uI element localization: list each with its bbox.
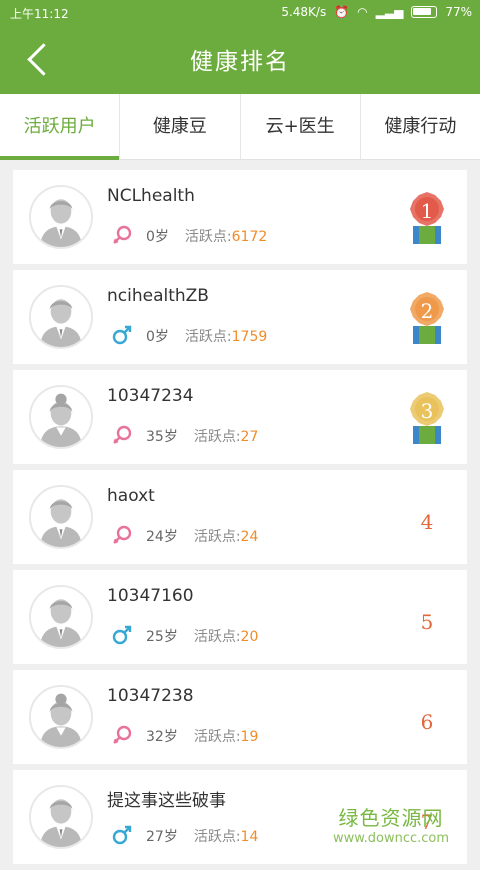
tab-health-action[interactable]: 健康行动 [361,94,480,159]
points-label: 活跃点: [184,229,232,245]
watermark: 绿色资源网 www.downcc.com [316,802,466,846]
points: 活跃点:24 [194,526,259,546]
points-value: 6172 [231,229,268,245]
battery-icon [411,6,438,18]
user-name: 提这事这些破事 [107,791,226,811]
user-card[interactable]: ncihealthZB 0岁 活跃点:1759 2 [13,270,467,364]
user-card[interactable]: 10347234 35岁 活跃点:27 3 [13,370,467,464]
user-meta: 24岁 活跃点:24 [146,526,258,546]
points-value: 20 [240,629,259,645]
page-title: 健康排名 [190,49,290,75]
status-right: 5.48K/s ⏰ ◠ ▂▃▅ 77% [281,5,472,19]
battery-level: 77% [445,5,472,19]
tab-bar: 活跃用户 健康豆 云+医生 健康行动 [0,94,480,160]
male-icon [111,324,133,346]
female-icon [111,224,133,246]
user-age: 0岁 [146,229,169,245]
points-value: 27 [240,429,259,445]
points-value: 24 [240,529,259,545]
points-label: 活跃点: [193,429,241,445]
user-card[interactable]: 10347238 32岁 活跃点:19 6 [13,670,467,764]
avatar [29,385,93,449]
points-value: 14 [240,829,259,845]
user-card[interactable]: NCLhealth 0岁 活跃点:6172 1 [13,170,467,264]
user-name: NCLhealth [107,186,195,206]
avatar [29,285,93,349]
points-label: 活跃点: [193,629,241,645]
points-label: 活跃点: [184,329,232,345]
user-meta: 27岁 活跃点:14 [146,826,258,846]
status-bar: 上午11:12 5.48K/s ⏰ ◠ ▂▃▅ 77% [0,0,480,26]
user-meta: 32岁 活跃点:19 [146,726,258,746]
avatar [29,585,93,649]
user-card[interactable]: haoxt 24岁 活跃点:24 4 [13,470,467,564]
points: 活跃点:14 [194,826,259,846]
points-label: 活跃点: [193,829,241,845]
user-meta: 25岁 活跃点:20 [146,626,258,646]
points: 活跃点:1759 [185,326,267,346]
avatar [29,685,93,749]
points: 活跃点:19 [194,726,259,746]
points: 活跃点:6172 [185,226,267,246]
points-label: 活跃点: [193,729,241,745]
signal-icon: ▂▃▅ [375,5,404,19]
user-name: ncihealthZB [107,286,209,306]
rank-number: 4 [420,510,434,534]
watermark-title: 绿色资源网 [338,806,444,830]
network-speed: 5.48K/s [281,5,327,19]
user-name: haoxt [107,486,155,506]
male-icon [111,824,133,846]
male-icon [111,624,133,646]
female-icon [111,724,133,746]
points-value: 19 [240,729,259,745]
avatar [29,785,93,849]
points: 活跃点:20 [194,626,259,646]
avatar [29,485,93,549]
user-name: 10347234 [107,386,194,406]
points-label: 活跃点: [193,529,241,545]
avatar [29,185,93,249]
alarm-icon: ⏰ [334,5,350,19]
user-card[interactable]: 10347160 25岁 活跃点:20 5 [13,570,467,664]
rank-number: 3 [420,399,434,423]
rank-number: 5 [420,610,434,634]
rank-number: 1 [420,199,434,223]
user-age: 25岁 [146,629,178,645]
app-header: 健康排名 [0,26,480,94]
rank-number: 6 [420,710,434,734]
tab-cloud-doctor[interactable]: 云+医生 [241,94,361,159]
rank-number: 2 [420,299,434,323]
female-icon [111,424,133,446]
user-age: 32岁 [146,729,178,745]
points-value: 1759 [231,329,268,345]
tab-health-beans[interactable]: 健康豆 [120,94,241,159]
tab-active-users[interactable]: 活跃用户 [0,94,121,160]
user-age: 0岁 [146,329,169,345]
user-meta: 0岁 活跃点:1759 [146,326,267,346]
user-meta: 0岁 活跃点:6172 [146,226,267,246]
watermark-url: www.downcc.com [332,831,450,846]
wifi-icon: ◠ [357,5,368,19]
female-icon [111,524,133,546]
user-age: 24岁 [146,529,178,545]
user-age: 27岁 [146,829,178,845]
ranking-list: NCLhealth 0岁 活跃点:6172 1 ncihealthZB 0岁 活跃点:175… [13,170,467,870]
user-name: 10347160 [107,586,194,606]
points: 活跃点:27 [194,426,259,446]
user-name: 10347238 [107,686,194,706]
status-time: 上午11:12 [10,7,69,21]
user-age: 35岁 [146,429,178,445]
user-meta: 35岁 活跃点:27 [146,426,258,446]
